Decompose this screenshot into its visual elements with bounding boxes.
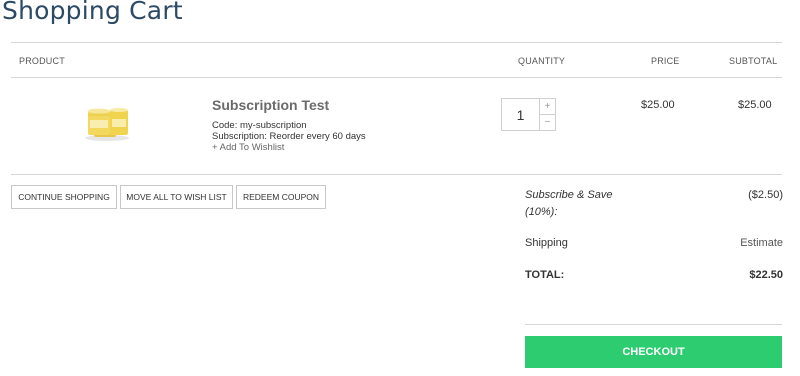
- redeem-coupon-button[interactable]: REDEEM COUPON: [236, 185, 326, 209]
- item-divider: [11, 174, 782, 175]
- item-price: $25.00: [641, 99, 675, 111]
- header-quantity: QUANTITY: [518, 56, 566, 66]
- discount-label: Subscribe & Save (10%):: [525, 187, 612, 221]
- product-subscription: Subscription: Reorder every 60 days: [212, 131, 366, 142]
- header-price: PRICE: [651, 56, 680, 66]
- quantity-decrease-button[interactable]: −: [539, 114, 555, 130]
- total-label: TOTAL:: [525, 269, 565, 281]
- header-subtotal: SUBTOTAL: [729, 56, 778, 66]
- summary-divider: [525, 324, 782, 325]
- product-code: Code: my-subscription: [212, 120, 307, 131]
- add-to-wishlist-link[interactable]: + Add To Wishlist: [212, 142, 284, 153]
- header-product: PRODUCT: [19, 56, 65, 66]
- quantity-increase-button[interactable]: +: [539, 99, 555, 114]
- table-top-divider: [11, 42, 782, 43]
- total-value: $22.50: [749, 269, 783, 281]
- shipping-label: Shipping: [525, 237, 568, 249]
- quantity-stepper: + −: [501, 98, 556, 131]
- checkout-button[interactable]: CHECKOUT: [525, 336, 782, 368]
- header-divider: [11, 77, 782, 78]
- continue-shopping-button[interactable]: CONTINUE SHOPPING: [11, 185, 117, 209]
- discount-label-line1: Subscribe & Save: [525, 189, 613, 201]
- item-subtotal: $25.00: [738, 99, 772, 111]
- shipping-estimate-link[interactable]: Estimate: [740, 237, 783, 249]
- product-name[interactable]: Subscription Test: [212, 97, 329, 113]
- discount-label-line2: (10%):: [525, 206, 558, 218]
- discount-value: ($2.50): [748, 189, 783, 201]
- quantity-input[interactable]: [502, 99, 539, 130]
- page-title: Shopping Cart: [2, 0, 183, 25]
- product-image[interactable]: [80, 101, 134, 143]
- move-all-to-wishlist-button[interactable]: MOVE ALL TO WISH LIST: [120, 185, 233, 209]
- quantity-steps: + −: [539, 99, 555, 130]
